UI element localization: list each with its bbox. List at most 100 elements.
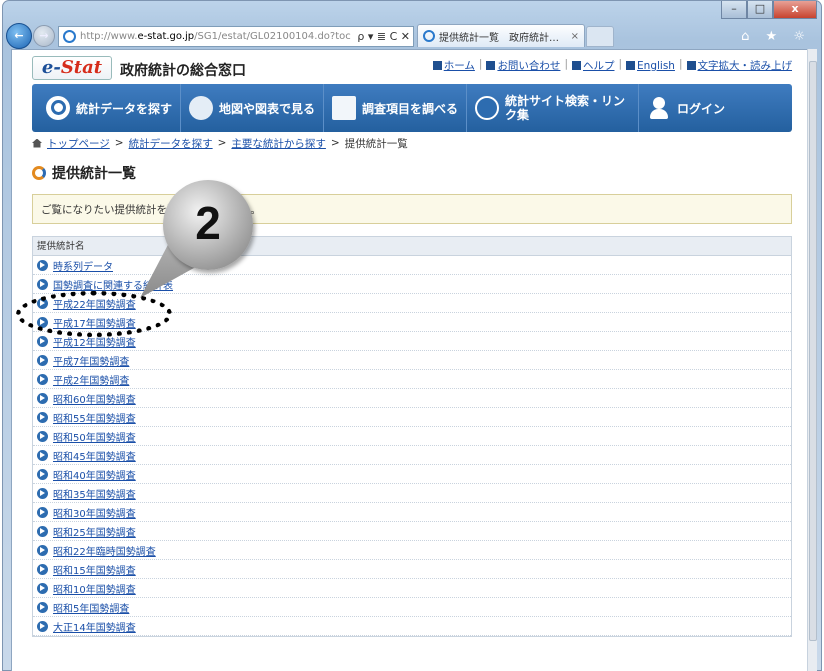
arrow-circle-icon xyxy=(37,601,48,613)
breadcrumb-major[interactable]: 主要な統計から探す xyxy=(231,136,326,151)
list-item[interactable]: 昭和10年国勢調査 xyxy=(33,579,791,598)
list-item[interactable]: 昭和40年国勢調査 xyxy=(33,465,791,484)
arrow-circle-icon xyxy=(37,278,48,290)
arrow-circle-icon xyxy=(37,544,48,556)
list-item-link[interactable]: 昭和30年国勢調査 xyxy=(53,505,136,520)
list-item[interactable]: 大正14年国勢調査 xyxy=(33,617,791,636)
arrow-circle-icon xyxy=(37,620,48,632)
minimize-button[interactable]: – xyxy=(721,1,747,19)
home-link[interactable]: ホーム xyxy=(432,58,475,73)
english-link[interactable]: English xyxy=(626,58,675,73)
list-item-link[interactable]: 昭和22年臨時国勢調査 xyxy=(53,543,156,558)
list-item-link[interactable]: 大正14年国勢調査 xyxy=(53,619,136,634)
instruction-notice: ご覧になりたい提供統計を選択してください。 xyxy=(32,194,792,224)
list-item[interactable]: 平成12年国勢調査 xyxy=(33,332,791,351)
step-number-badge: 2 xyxy=(163,180,253,270)
list-item[interactable]: 時系列データ xyxy=(33,256,791,275)
list-item[interactable]: 昭和15年国勢調査 xyxy=(33,560,791,579)
arrow-circle-icon xyxy=(37,563,48,575)
home-icon xyxy=(432,61,442,70)
list-item[interactable]: 昭和30年国勢調査 xyxy=(33,503,791,522)
url-host: e-stat.go.jp xyxy=(137,31,195,42)
address-controls[interactable]: ρ ▾ ≣ C ✕ xyxy=(354,30,413,43)
user-icon xyxy=(647,96,671,120)
arrow-circle-icon xyxy=(37,316,48,328)
english-icon xyxy=(626,61,636,70)
list-item-link[interactable]: 昭和50年国勢調査 xyxy=(53,429,136,444)
site-name: 政府統計の総合窓口 xyxy=(120,63,246,79)
list-item-link[interactable]: 昭和15年国勢調査 xyxy=(53,562,136,577)
vertical-scrollbar[interactable] xyxy=(807,49,817,671)
scroll-thumb[interactable] xyxy=(809,61,817,641)
arrow-circle-icon xyxy=(37,335,48,347)
list-item-link[interactable]: 平成22年国勢調査 xyxy=(53,296,136,311)
nav-site-search[interactable]: 統計サイト検索・リンク集 xyxy=(467,84,640,132)
list-item[interactable]: 昭和45年国勢調査 xyxy=(33,446,791,465)
list-item-link[interactable]: 昭和5年国勢調査 xyxy=(53,600,129,615)
tab-close-icon[interactable]: × xyxy=(571,31,579,42)
mail-icon xyxy=(486,61,496,70)
list-item-link[interactable]: 平成17年国勢調査 xyxy=(53,315,136,330)
breadcrumb-top[interactable]: トップページ xyxy=(47,136,110,151)
title-icon xyxy=(32,166,46,180)
list-item[interactable]: 昭和35年国勢調査 xyxy=(33,484,791,503)
list-item-link[interactable]: 昭和10年国勢調査 xyxy=(53,581,136,596)
maximize-button[interactable]: □ xyxy=(747,1,773,19)
accessibility-link[interactable]: 文字拡大・読み上げ xyxy=(686,58,792,73)
search-icon xyxy=(46,96,70,120)
close-window-button[interactable]: x xyxy=(773,1,817,19)
list-item-link[interactable]: 平成7年国勢調査 xyxy=(53,353,129,368)
list-item[interactable]: 平成7年国勢調査 xyxy=(33,351,791,370)
list-item-link[interactable]: 昭和40年国勢調査 xyxy=(53,467,136,482)
nav-survey-items[interactable]: 調査項目を調べる xyxy=(324,84,468,132)
list-item[interactable]: 昭和22年臨時国勢調査 xyxy=(33,541,791,560)
list-item[interactable]: 昭和60年国勢調査 xyxy=(33,389,791,408)
statistics-list: 提供統計名 時系列データ 国勢調査に関連する統計表 平成22年国勢調査 平成17年国勢… xyxy=(32,236,792,637)
help-link[interactable]: ヘルプ xyxy=(571,58,614,73)
list-item[interactable]: 昭和25年国勢調査 xyxy=(33,522,791,541)
list-item[interactable]: 昭和50年国勢調査 xyxy=(33,427,791,446)
nav-login[interactable]: ログイン xyxy=(639,84,733,132)
map-icon xyxy=(189,96,214,120)
list-item-link[interactable]: 昭和35年国勢調査 xyxy=(53,486,136,501)
breadcrumb: トップページ > 統計データを探す > 主要な統計から探す > 提供統計一覧 xyxy=(32,132,792,154)
list-item-link[interactable]: 昭和60年国勢調査 xyxy=(53,391,136,406)
list-item-link[interactable]: 昭和25年国勢調査 xyxy=(53,524,136,539)
utility-links: ホーム | お問い合わせ | ヘルプ | English | 文字拡大・読み上げ xyxy=(432,58,792,73)
help-icon xyxy=(571,61,581,70)
back-button[interactable]: ← xyxy=(6,23,32,49)
arrow-circle-icon xyxy=(37,373,48,385)
browser-tab[interactable]: 提供統計一覧 政府統計… × xyxy=(417,24,585,47)
globe-icon xyxy=(475,96,500,120)
arrow-circle-icon xyxy=(37,392,48,404)
list-item-link[interactable]: 時系列データ xyxy=(53,258,113,273)
arrow-circle-icon xyxy=(37,354,48,366)
nav-maps-charts[interactable]: 地図や図表で見る xyxy=(181,84,325,132)
list-item[interactable]: 平成22年国勢調査 xyxy=(33,294,791,313)
list-item-link[interactable]: 平成2年国勢調査 xyxy=(53,372,129,387)
breadcrumb-search[interactable]: 統計データを探す xyxy=(129,136,213,151)
list-item-link[interactable]: 平成12年国勢調査 xyxy=(53,334,136,349)
forward-button[interactable]: → xyxy=(33,25,55,47)
list-item[interactable]: 平成2年国勢調査 xyxy=(33,370,791,389)
list-item[interactable]: 昭和5年国勢調査 xyxy=(33,598,791,617)
arrow-circle-icon xyxy=(37,297,48,309)
list-item-link[interactable]: 昭和45年国勢調査 xyxy=(53,448,136,463)
ie-icon xyxy=(63,30,76,43)
new-tab-button[interactable] xyxy=(586,26,614,47)
toolbar-icons[interactable]: ⌂ ★ ☼ xyxy=(741,29,811,44)
arrow-circle-icon xyxy=(37,525,48,537)
list-item-link[interactable]: 昭和55年国勢調査 xyxy=(53,410,136,425)
breadcrumb-current: 提供統計一覧 xyxy=(344,137,408,150)
url-path: /SG1/estat/GL02100104.do?toc xyxy=(194,31,351,42)
list-item[interactable]: 昭和55年国勢調査 xyxy=(33,408,791,427)
breadcrumb-home-icon xyxy=(32,138,42,148)
nav-search-data[interactable]: 統計データを探す xyxy=(38,84,182,132)
window-controls: – □ x xyxy=(721,1,817,19)
contact-link[interactable]: お問い合わせ xyxy=(486,58,560,73)
page-title: 提供統計一覧 xyxy=(32,158,792,188)
address-bar[interactable]: http://www. e-stat.go.jp/SG1/estat/GL0210… xyxy=(58,26,414,47)
page-content: e-Stat 政府統計の総合窓口 ホーム | お問い合わせ | ヘルプ | Engli… xyxy=(32,50,792,637)
estat-logo[interactable]: e-Stat xyxy=(32,56,112,80)
list-item[interactable]: 平成17年国勢調査 xyxy=(33,313,791,332)
